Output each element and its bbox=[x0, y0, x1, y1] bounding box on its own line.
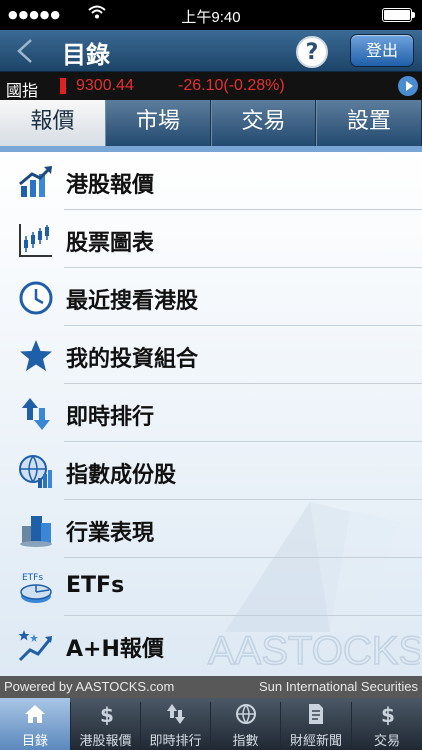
globe-icon bbox=[235, 703, 257, 725]
battery-icon bbox=[382, 8, 412, 22]
stars-chart-icon bbox=[18, 628, 54, 664]
bottom-tab-menu[interactable]: 目錄 bbox=[0, 698, 70, 750]
menu-item-label: 即時排行 bbox=[66, 405, 155, 430]
menu-item-label: 指數成份股 bbox=[66, 463, 177, 488]
menu-item-label: 最近搜看港股 bbox=[66, 289, 199, 314]
battery-tip bbox=[412, 12, 415, 18]
tab-bar: 報價 市場 交易 設置 bbox=[0, 100, 422, 152]
down-flag-icon bbox=[60, 78, 67, 94]
tab-quotes[interactable]: 報價 bbox=[0, 100, 105, 152]
logout-button[interactable]: 登出 bbox=[350, 34, 414, 67]
dollar-icon: $ bbox=[376, 703, 398, 727]
index-ticker[interactable]: 國指 9300.44 -26.10(-0.28%) bbox=[0, 72, 422, 100]
menu-item-industry[interactable]: 行業表現 bbox=[0, 500, 422, 558]
bottom-tab-trade[interactable]: $ 交易 bbox=[352, 698, 422, 750]
star-icon bbox=[18, 338, 54, 374]
menu-item-stock-chart[interactable]: 股票圖表 bbox=[0, 210, 422, 268]
status-time: 上午9:40 bbox=[181, 9, 241, 26]
candlestick-icon bbox=[18, 222, 54, 258]
tab-settings[interactable]: 設置 bbox=[316, 100, 422, 146]
chart-up-icon bbox=[18, 164, 54, 200]
menu-item-rankings[interactable]: 即時排行 bbox=[0, 384, 422, 442]
nav-bar: 目錄 ? 登出 bbox=[0, 30, 422, 72]
bottom-tab-label: 財經新聞 bbox=[289, 734, 342, 749]
back-icon[interactable] bbox=[12, 37, 40, 65]
svg-text:ETFs: ETFs bbox=[22, 573, 43, 583]
play-arrow-icon[interactable] bbox=[398, 76, 418, 96]
bottom-tab-rankings[interactable]: 即時排行 bbox=[141, 698, 210, 750]
help-icon[interactable]: ? bbox=[296, 36, 328, 68]
bottom-tab-label: 港股報價 bbox=[79, 734, 132, 749]
home-icon bbox=[24, 703, 46, 725]
menu-item-recent-stocks[interactable]: 最近搜看港股 bbox=[0, 268, 422, 326]
bottom-tab-label: 目錄 bbox=[21, 734, 48, 749]
menu-item-index-constituents[interactable]: 指數成份股 bbox=[0, 442, 422, 500]
bottom-tab-hk-quotes[interactable]: $ 港股報價 bbox=[71, 698, 140, 750]
menu-item-label: ETFs bbox=[66, 573, 125, 598]
bottom-tab-news[interactable]: 財經新聞 bbox=[281, 698, 351, 750]
menu-item-etfs[interactable]: ETFs ETFs bbox=[0, 558, 422, 616]
clock-icon bbox=[18, 280, 54, 316]
menu-item-label: 我的投資組合 bbox=[66, 347, 199, 372]
menu-item-label: 港股報價 bbox=[66, 173, 155, 198]
bottom-tab-label: 交易 bbox=[373, 734, 400, 749]
tab-trade[interactable]: 交易 bbox=[211, 100, 316, 146]
dollar-icon: $ bbox=[95, 703, 117, 727]
bottom-tab-label: 指數 bbox=[232, 734, 259, 749]
page-title: 目錄 bbox=[62, 41, 110, 69]
menu-item-label: A+H報價 bbox=[66, 637, 164, 662]
bottom-tab-label: 即時排行 bbox=[149, 734, 202, 749]
menu-list: AASTOCKS 港股報價 股票圖表 最近搜看港股 我的投資組合 即時排行 指數… bbox=[0, 152, 422, 676]
ticker-change: -26.10(-0.28%) bbox=[178, 77, 285, 94]
document-icon bbox=[305, 703, 327, 725]
powered-by-text: Powered by AASTOCKS.com bbox=[4, 679, 175, 694]
menu-item-ah-quotes[interactable]: A+H報價 bbox=[0, 616, 422, 674]
menu-item-hk-quotes[interactable]: 港股報價 bbox=[0, 152, 422, 210]
footer-strip: Powered by AASTOCKS.com Sun Internationa… bbox=[0, 676, 422, 698]
bottom-tab-index[interactable]: 指數 bbox=[211, 698, 280, 750]
up-down-arrows-icon bbox=[165, 703, 187, 725]
buildings-icon bbox=[18, 512, 54, 548]
up-down-arrows-icon bbox=[18, 396, 54, 432]
svg-text:$: $ bbox=[100, 703, 114, 725]
svg-text:$: $ bbox=[381, 703, 395, 725]
menu-item-label: 行業表現 bbox=[66, 521, 155, 546]
broker-name: Sun International Securities bbox=[259, 679, 418, 694]
ticker-value: 9300.44 bbox=[76, 77, 134, 94]
status-bar: ●●●●● 上午9:40 bbox=[0, 0, 422, 30]
tab-market[interactable]: 市場 bbox=[105, 100, 211, 146]
globe-chart-icon bbox=[18, 454, 54, 490]
bottom-tab-bar: 目錄 $ 港股報價 即時排行 指數 財經新聞 $ 交易 bbox=[0, 698, 422, 750]
ticker-label: 國指 bbox=[6, 81, 39, 100]
etf-icon: ETFs bbox=[18, 570, 54, 606]
menu-item-portfolio[interactable]: 我的投資組合 bbox=[0, 326, 422, 384]
menu-item-label: 股票圖表 bbox=[66, 231, 155, 256]
